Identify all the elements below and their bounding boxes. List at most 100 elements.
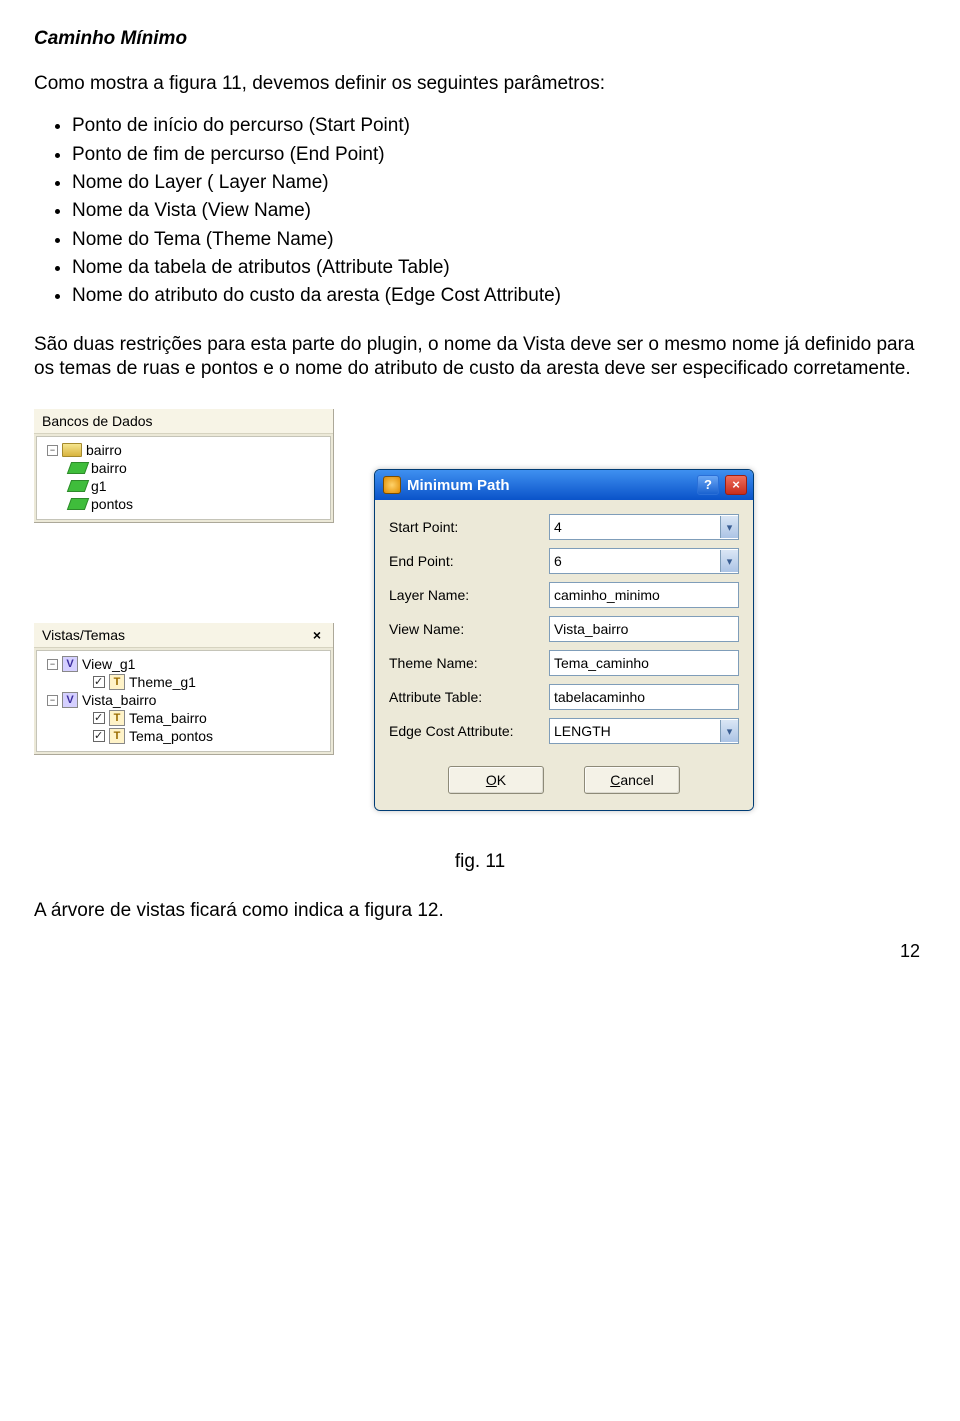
field-label: Attribute Table: xyxy=(389,689,549,705)
list-item: Nome da tabela de atributos (Attribute T… xyxy=(72,256,926,280)
section-heading: Caminho Mínimo xyxy=(34,28,926,50)
list-item: Ponto de fim de percurso (End Point) xyxy=(72,143,926,167)
field-value: tabelacaminho xyxy=(554,689,645,705)
layer-icon xyxy=(67,480,89,492)
tree-label: bairro xyxy=(91,460,127,476)
database-icon xyxy=(62,443,82,457)
dialog-titlebar[interactable]: Minimum Path ? × xyxy=(375,470,753,500)
view-icon: V xyxy=(62,656,78,672)
db-tree: − bairro bairro g1 pontos xyxy=(36,436,331,520)
parameter-list: Ponto de início do percurso (Start Point… xyxy=(72,114,926,308)
tree-label: Tema_bairro xyxy=(129,710,207,726)
app-icon xyxy=(383,476,401,494)
tree-view-item[interactable]: − V View_g1 xyxy=(41,655,326,673)
field-value: 6 xyxy=(554,553,562,569)
field-value: LENGTH xyxy=(554,723,611,739)
field-value: caminho_minimo xyxy=(554,587,660,603)
field-label: View Name: xyxy=(389,621,549,637)
restrictions-paragraph: São duas restrições para esta parte do p… xyxy=(34,333,926,382)
close-button[interactable]: × xyxy=(725,475,747,495)
tree-label: Vista_bairro xyxy=(82,692,156,708)
checkbox-icon[interactable] xyxy=(93,712,105,724)
ok-rest: K xyxy=(497,772,506,788)
db-panel: Bancos de Dados − bairro bairro g1 xyxy=(34,409,334,523)
collapse-icon[interactable]: − xyxy=(47,659,58,670)
field-value: Vista_bairro xyxy=(554,621,628,637)
cancel-rest: ancel xyxy=(620,772,653,788)
form-row-view-name: View Name: Vista_bairro xyxy=(389,616,739,642)
field-label: Edge Cost Attribute: xyxy=(389,723,549,739)
chevron-down-icon[interactable]: ▾ xyxy=(720,720,738,742)
field-label: End Point: xyxy=(389,553,549,569)
edge-cost-dropdown[interactable]: LENGTH ▾ xyxy=(549,718,739,744)
checkbox-icon[interactable] xyxy=(93,730,105,742)
cancel-button[interactable]: Cancel xyxy=(584,766,680,794)
layer-name-input[interactable]: caminho_minimo xyxy=(549,582,739,608)
views-tree: − V View_g1 T Theme_g1 − V Vista_bairro … xyxy=(36,650,331,752)
dialog-title: Minimum Path xyxy=(407,477,510,494)
tree-label: Theme_g1 xyxy=(129,674,196,690)
db-panel-header: Bancos de Dados xyxy=(34,409,333,434)
list-item: Nome do atributo do custo da aresta (Edg… xyxy=(72,284,926,308)
db-panel-title: Bancos de Dados xyxy=(42,413,153,429)
field-label: Start Point: xyxy=(389,519,549,535)
field-value: Tema_caminho xyxy=(554,655,649,671)
tree-theme-item[interactable]: T Tema_pontos xyxy=(41,727,326,745)
view-name-input[interactable]: Vista_bairro xyxy=(549,616,739,642)
help-button[interactable]: ? xyxy=(697,475,719,495)
tree-theme-item[interactable]: T Theme_g1 xyxy=(41,673,326,691)
intro-paragraph: Como mostra a figura 11, devemos definir… xyxy=(34,72,926,96)
closing-paragraph: A árvore de vistas ficará como indica a … xyxy=(34,899,926,923)
view-icon: V xyxy=(62,692,78,708)
tree-item[interactable]: g1 xyxy=(41,477,326,495)
list-item: Nome do Tema (Theme Name) xyxy=(72,228,926,252)
theme-icon: T xyxy=(109,710,125,726)
figure-caption: fig. 11 xyxy=(34,851,926,873)
minimum-path-dialog: Minimum Path ? × Start Point: 4 ▾ End Po… xyxy=(374,469,754,811)
form-row-end-point: End Point: 6 ▾ xyxy=(389,548,739,574)
tree-label: bairro xyxy=(86,442,122,458)
tree-label: View_g1 xyxy=(82,656,135,672)
dialog-buttons: OK Cancel xyxy=(389,752,739,802)
tree-item[interactable]: pontos xyxy=(41,495,326,513)
field-label: Theme Name: xyxy=(389,655,549,671)
checkbox-icon[interactable] xyxy=(93,676,105,688)
collapse-icon[interactable]: − xyxy=(47,695,58,706)
page-number: 12 xyxy=(34,941,926,962)
form-row-theme-name: Theme Name: Tema_caminho xyxy=(389,650,739,676)
cancel-mnemonic: C xyxy=(610,767,620,793)
layer-icon xyxy=(67,462,89,474)
dialog-body: Start Point: 4 ▾ End Point: 6 ▾ Layer Na… xyxy=(375,500,753,810)
field-label: Layer Name: xyxy=(389,587,549,603)
form-row-edge-cost: Edge Cost Attribute: LENGTH ▾ xyxy=(389,718,739,744)
form-row-layer-name: Layer Name: caminho_minimo xyxy=(389,582,739,608)
attribute-table-input[interactable]: tabelacaminho xyxy=(549,684,739,710)
chevron-down-icon[interactable]: ▾ xyxy=(720,550,738,572)
tree-label: pontos xyxy=(91,496,133,512)
figure-11: Bancos de Dados − bairro bairro g1 xyxy=(34,409,926,811)
end-point-dropdown[interactable]: 6 ▾ xyxy=(549,548,739,574)
views-panel-title: Vistas/Temas xyxy=(42,627,125,643)
theme-name-input[interactable]: Tema_caminho xyxy=(549,650,739,676)
close-icon[interactable]: × xyxy=(309,627,325,643)
tree-root[interactable]: − bairro xyxy=(41,441,326,459)
list-item: Nome da Vista (View Name) xyxy=(72,199,926,223)
tree-view-item[interactable]: − V Vista_bairro xyxy=(41,691,326,709)
form-row-attribute-table: Attribute Table: tabelacaminho xyxy=(389,684,739,710)
tree-item[interactable]: bairro xyxy=(41,459,326,477)
tree-label: g1 xyxy=(91,478,107,494)
tree-theme-item[interactable]: T Tema_bairro xyxy=(41,709,326,727)
chevron-down-icon[interactable]: ▾ xyxy=(720,516,738,538)
list-item: Ponto de início do percurso (Start Point… xyxy=(72,114,926,138)
start-point-dropdown[interactable]: 4 ▾ xyxy=(549,514,739,540)
ok-button[interactable]: OK xyxy=(448,766,544,794)
collapse-icon[interactable]: − xyxy=(47,445,58,456)
views-panel: Vistas/Temas × − V View_g1 T Theme_g1 − … xyxy=(34,623,334,755)
theme-icon: T xyxy=(109,728,125,744)
field-value: 4 xyxy=(554,519,562,535)
ok-mnemonic: O xyxy=(486,767,497,793)
list-item: Nome do Layer ( Layer Name) xyxy=(72,171,926,195)
layer-icon xyxy=(67,498,89,510)
views-panel-header: Vistas/Temas × xyxy=(34,623,333,648)
tree-label: Tema_pontos xyxy=(129,728,213,744)
